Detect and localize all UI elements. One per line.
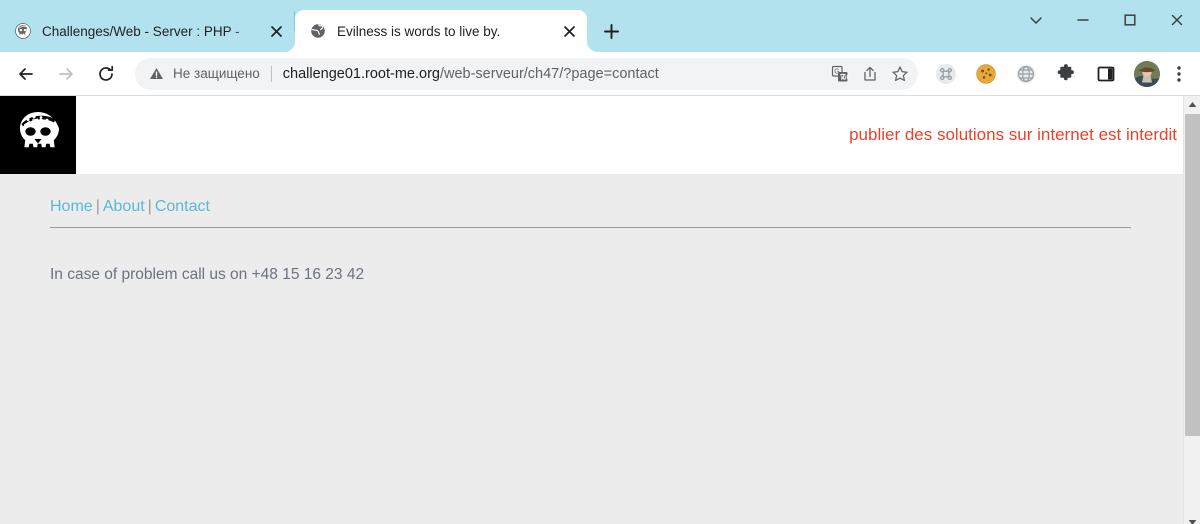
- browser-tab-1[interactable]: Challenges/Web - Server : PHP -: [0, 10, 294, 52]
- nav-link-about[interactable]: About: [103, 198, 145, 215]
- browser-tab-2[interactable]: Evilness is words to live by.: [283, 10, 599, 52]
- profile-avatar[interactable]: [1134, 60, 1160, 87]
- not-secure-warning-icon[interactable]: [149, 66, 165, 81]
- nav-separator-1: |: [95, 198, 100, 215]
- address-bar[interactable]: Не защищено challenge01.root-me.org/web-…: [135, 57, 918, 90]
- contact-body-text: In case of problem call us on +48 15 16 …: [50, 266, 365, 283]
- page-content: Home | About | Contact In case of problem ca…: [0, 174, 1183, 284]
- page-viewport: publier des solutions sur internet est i…: [0, 96, 1200, 524]
- nav-link-contact[interactable]: Contact: [155, 198, 210, 215]
- browser-window: Challenges/Web - Server : PHP - Evilness…: [0, 0, 1200, 524]
- tab-title: Evilness is words to live by.: [337, 23, 501, 39]
- rootme-skull-logo[interactable]: [0, 96, 76, 174]
- close-window-button[interactable]: [1153, 0, 1200, 40]
- bookmark-star-icon[interactable]: [886, 60, 914, 88]
- maximize-button[interactable]: [1106, 0, 1153, 40]
- nav-separator-2: |: [147, 198, 152, 215]
- url-path: /web-serveur/ch47/?page=contact: [439, 65, 659, 82]
- security-status-label: Не защищено: [173, 66, 260, 81]
- side-panel-icon[interactable]: [1091, 59, 1121, 89]
- url-text: challenge01.root-me.org/web-serveur/ch47…: [283, 66, 824, 82]
- web-page: publier des solutions sur internet est i…: [0, 96, 1183, 524]
- scrollbar-thumb[interactable]: [1185, 114, 1200, 436]
- omnibox-divider: [270, 65, 272, 82]
- tab-search-button[interactable]: [1012, 0, 1059, 40]
- globe-extension-icon[interactable]: [1011, 59, 1041, 89]
- command-extension-icon[interactable]: [931, 59, 961, 89]
- rootme-skull-favicon: [14, 23, 31, 40]
- warning-banner-text: publier des solutions sur internet est i…: [849, 125, 1177, 144]
- back-button[interactable]: [9, 57, 43, 91]
- browser-menu-button[interactable]: [1166, 59, 1192, 89]
- page-scrollbar[interactable]: [1183, 96, 1200, 524]
- scroll-up-arrow[interactable]: [1184, 96, 1200, 113]
- globe-favicon: [309, 23, 326, 40]
- nav-link-home[interactable]: Home: [50, 198, 93, 215]
- scroll-down-arrow[interactable]: [1184, 514, 1200, 524]
- minimize-button[interactable]: [1059, 0, 1106, 40]
- forward-button[interactable]: [49, 57, 83, 91]
- tab-close-button[interactable]: [557, 19, 581, 43]
- site-navigation: Home | About | Contact: [50, 198, 1131, 227]
- tab-strip: Challenges/Web - Server : PHP - Evilness…: [0, 0, 1200, 52]
- puzzle-extensions-icon[interactable]: [1051, 59, 1081, 89]
- new-tab-button[interactable]: [596, 16, 626, 46]
- translate-icon[interactable]: G \u6587: [826, 60, 854, 88]
- site-header: publier des solutions sur internet est i…: [0, 96, 1183, 174]
- share-icon[interactable]: [856, 60, 884, 88]
- window-controls: [1012, 0, 1200, 40]
- cookie-extension-icon[interactable]: [971, 59, 1001, 89]
- browser-toolbar: Не защищено challenge01.root-me.org/web-…: [0, 52, 1200, 96]
- reload-button[interactable]: [89, 57, 123, 91]
- horizontal-rule: [50, 227, 1131, 228]
- svg-text:\u6587: \u6587: [840, 74, 849, 81]
- tab-title: Challenges/Web - Server : PHP -: [42, 23, 240, 39]
- url-host: challenge01.root-me.org: [282, 65, 440, 82]
